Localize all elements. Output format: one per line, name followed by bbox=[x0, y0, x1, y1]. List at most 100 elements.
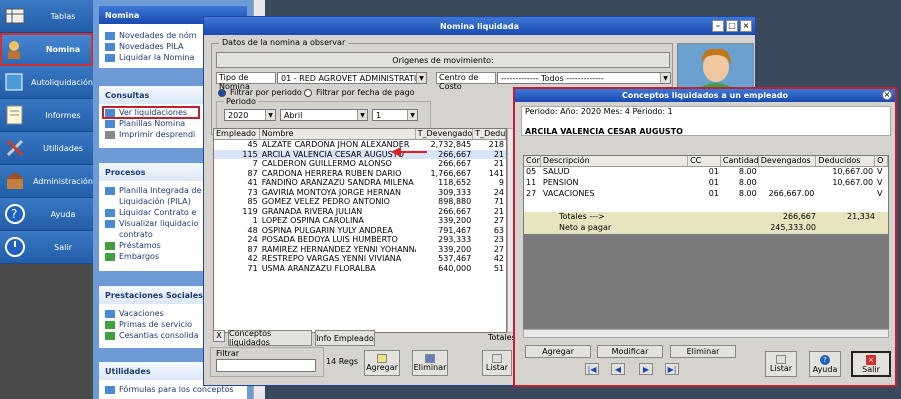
table-row[interactable]: 7 CALDERON GUILLERMO ALONSO 266,667 21 bbox=[214, 159, 506, 169]
grid-body: 45 ALZATE CARDONA JHON ALEXANDER 2,732,845… bbox=[214, 140, 506, 273]
table-row[interactable]: 87 RAMIREZ HERNANDEZ YENNI YOHANNA 339,200… bbox=[214, 245, 506, 255]
table-cell: V bbox=[877, 178, 883, 187]
period-value: 1 bbox=[376, 110, 382, 120]
table-cell: 1,766,667 bbox=[430, 168, 472, 178]
listar-button[interactable]: Listar bbox=[765, 351, 797, 377]
table-row[interactable]: 45 ALZATE CARDONA JHON ALEXANDER 2,732,845… bbox=[214, 140, 506, 150]
radio-label: Filtrar por periodo bbox=[230, 88, 302, 97]
excel-icon[interactable]: X bbox=[213, 330, 225, 342]
table-row[interactable]: 48 OSPINA PULGARIN YULY ANDREA 791,467 63 bbox=[214, 226, 506, 236]
nav-ayuda[interactable]: ? Ayuda bbox=[0, 198, 93, 231]
col-header[interactable]: T_Devengado bbox=[416, 129, 474, 139]
next-record-icon[interactable]: ▶ bbox=[639, 363, 653, 375]
col-header[interactable]: Con bbox=[524, 156, 541, 166]
table-cell: FANDIÑO ARANZAZU SANDRA MILENA bbox=[261, 178, 414, 187]
year-select[interactable]: 2020 ▼ bbox=[224, 109, 276, 121]
table-row[interactable]: 1 LOPEZ OSPINA CAROLINA 339,200 27 bbox=[214, 216, 506, 226]
nav-autoliquidacion[interactable]: Autoliquidación bbox=[0, 66, 93, 99]
table-cell: 10,667.00 bbox=[832, 167, 874, 176]
col-header[interactable]: CC bbox=[688, 156, 721, 166]
printer-icon bbox=[492, 354, 502, 363]
agregar-button[interactable]: Agregar bbox=[364, 350, 400, 376]
first-record-icon[interactable]: |◀ bbox=[585, 363, 599, 375]
col-header[interactable]: Deducidos bbox=[816, 156, 876, 166]
last-record-icon[interactable]: ▶| bbox=[665, 363, 679, 375]
table-row[interactable]: 87 CARDONA HERRERA RUBEN DARIO 1,766,667 14… bbox=[214, 169, 506, 179]
table-row[interactable]: 05 SALUD 01 8.00 10,667.00 V bbox=[524, 167, 888, 178]
table-cell: 48 bbox=[247, 225, 258, 235]
listar-button[interactable]: Listar bbox=[482, 350, 512, 376]
tab-info-empleado[interactable]: Info Empleado bbox=[315, 330, 375, 346]
link-label: Visualizar liquidacio bbox=[119, 219, 199, 228]
nav-salir[interactable]: Salir bbox=[0, 231, 93, 264]
doc-icon bbox=[105, 31, 115, 40]
modificar-button[interactable]: Modificar bbox=[597, 345, 663, 358]
horizontal-scrollbar[interactable] bbox=[523, 329, 889, 338]
table-cell: 1 bbox=[252, 216, 258, 225]
neto-row: Neto a pagar 245,333.00 bbox=[524, 223, 888, 234]
minimize-icon[interactable]: – bbox=[712, 20, 724, 32]
eliminar-button[interactable]: Eliminar bbox=[412, 350, 448, 376]
maximize-icon[interactable]: □ bbox=[726, 20, 738, 32]
table-row[interactable]: 73 GAVIRIA MONTOYA JORGE HERNAN 309,333 24 bbox=[214, 188, 506, 198]
link-label: Cesantias consolida bbox=[119, 331, 199, 340]
eliminar-button[interactable]: Eliminar bbox=[670, 345, 736, 358]
col-header[interactable]: Devengados bbox=[759, 156, 817, 166]
col-header[interactable]: Descripción bbox=[541, 156, 689, 166]
agregar-button[interactable]: Agregar bbox=[525, 345, 591, 358]
table-row[interactable]: 115 ARCILA VALENCIA CESAR AUGUSTO 266,667 2… bbox=[214, 149, 506, 159]
tipo-nomina-select[interactable]: 01 - RED AGROVET ADMINISTRATIVO ▼ bbox=[277, 72, 427, 84]
table-row[interactable]: 41 FANDIÑO ARANZAZU SANDRA MILENA 118,652 9 bbox=[214, 178, 506, 188]
table-cell: 23 bbox=[493, 235, 505, 244]
nav-informes[interactable]: Informes bbox=[0, 99, 93, 132]
table-row[interactable]: 27 VACACIONES 01 8.00 266,667.00 V bbox=[524, 189, 888, 200]
year-value: 2020 bbox=[228, 110, 249, 120]
centro-costo-label: Centro de Costo bbox=[436, 72, 496, 91]
table-cell: POSADA BEDOYA LUIS HUMBERTO bbox=[261, 235, 398, 244]
table-cell bbox=[759, 167, 817, 178]
ayuda-button[interactable]: ? Ayuda bbox=[809, 351, 841, 377]
col-header[interactable]: Cantidad bbox=[721, 156, 759, 166]
prev-record-icon[interactable]: ◀ bbox=[611, 363, 625, 375]
col-header[interactable]: Empleado bbox=[214, 129, 260, 139]
payroll-icon bbox=[3, 37, 27, 61]
table-row[interactable]: 24 POSADA BEDOYA LUIS HUMBERTO 293,333 23 bbox=[214, 235, 506, 245]
period-number-select[interactable]: 1 ▼ bbox=[372, 109, 418, 121]
table-row[interactable]: 85 GOMEZ VELEZ PEDRO ANTONIO 898,880 71 bbox=[214, 197, 506, 207]
centro-costo-select[interactable]: ------------- Todos ------------- ▼ bbox=[497, 72, 671, 84]
month-select[interactable]: Abril ▼ bbox=[280, 109, 368, 121]
exit-icon: × bbox=[866, 354, 876, 365]
nav-tablas[interactable]: Tablas bbox=[0, 0, 93, 33]
table-row[interactable]: 11 PENSION 01 8.00 10,667.00 V bbox=[524, 178, 888, 189]
close-icon[interactable]: × bbox=[740, 20, 752, 32]
nav-administracion[interactable]: Administración bbox=[0, 165, 93, 198]
col-header[interactable]: Nombre bbox=[260, 129, 416, 139]
link-label: Préstamos bbox=[119, 241, 161, 250]
table-row[interactable]: 119 GRANADA RIVERA JULIAN 266,667 21 bbox=[214, 207, 506, 217]
link-label: Novedades de nóm bbox=[119, 31, 197, 40]
table-row[interactable]: 42 RESTREPO VARGAS YENNI VIVIANA 537,467 42 bbox=[214, 254, 506, 264]
nav-utilidades[interactable]: Utilidades bbox=[0, 132, 93, 165]
close-icon[interactable]: × bbox=[882, 90, 892, 100]
conceptos-grid: Con Descripción CC Cantidad Devengados D… bbox=[523, 155, 889, 329]
table-cell: 9 bbox=[498, 178, 505, 187]
link-label: Primas de servicio bbox=[119, 320, 192, 329]
table-cell: 309,333 bbox=[438, 187, 472, 197]
money-icon bbox=[105, 241, 115, 250]
col-header[interactable]: T_Deducido bbox=[473, 129, 506, 139]
table-cell: 27 bbox=[493, 244, 505, 254]
nav-nomina[interactable]: Nomina bbox=[0, 33, 93, 66]
origenes-button[interactable]: Origenes de movimiento: bbox=[216, 52, 670, 68]
tab-conceptos-liquidados[interactable]: Conceptos liquidados bbox=[228, 329, 312, 347]
salir-button[interactable]: × Salir bbox=[851, 351, 891, 377]
window-titlebar: Conceptos liquidados a un empleado × bbox=[515, 89, 895, 102]
filter-input[interactable] bbox=[216, 359, 316, 372]
table-row[interactable]: 71 USMA ARANZAZU FLORALBA 640,000 51 bbox=[214, 264, 506, 274]
radio-periodo[interactable]: Filtrar por periodo bbox=[218, 88, 302, 97]
radio-fecha[interactable]: Filtrar por fecha de pago bbox=[304, 88, 415, 97]
nav-label: Tablas bbox=[50, 11, 76, 21]
link-ver-liquidaciones[interactable]: Ver liquidaciones bbox=[102, 106, 200, 119]
nav-label: Salir bbox=[54, 242, 72, 252]
col-header[interactable]: O bbox=[875, 156, 888, 166]
table-cell: 7 bbox=[252, 159, 258, 168]
